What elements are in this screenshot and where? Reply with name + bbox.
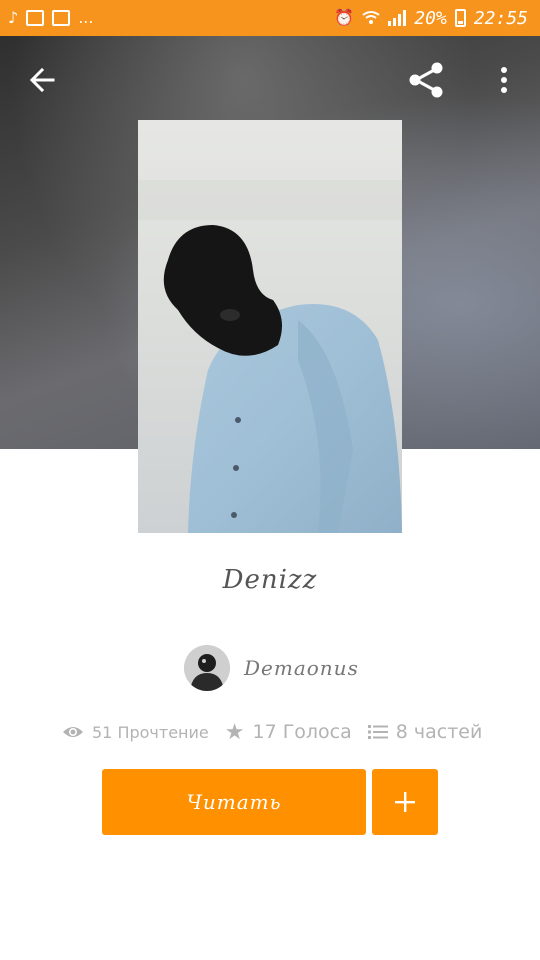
status-bar: ♪ ... ⏰ 20% 22:55: [0, 0, 540, 36]
author-link[interactable]: Demaonus: [184, 645, 359, 691]
wifi-icon: [362, 11, 380, 24]
story-stats: 51 Прочтение ★ 17 Голоса 8 частей: [62, 716, 482, 748]
parts-count: 8 частей: [395, 721, 483, 743]
notification-file-icon: [52, 10, 71, 26]
status-bar-system: ⏰ 20% 22:55: [334, 8, 528, 29]
battery-icon: [454, 9, 466, 27]
more-options-button[interactable]: [482, 58, 526, 102]
star-icon: ★: [224, 719, 245, 745]
reads-stat: 51 Прочтение: [62, 723, 209, 742]
avatar-image: [184, 645, 230, 691]
add-to-library-button[interactable]: [372, 769, 438, 835]
story-title: Denizz: [222, 565, 318, 595]
music-note-icon: ♪: [8, 8, 19, 27]
arrow-left-icon: [29, 67, 55, 93]
alarm-clock-icon: ⏰: [334, 8, 355, 27]
share-icon: [409, 62, 443, 98]
read-button[interactable]: Читать: [102, 769, 366, 835]
plus-icon: [395, 792, 415, 812]
eye-icon: [63, 727, 83, 737]
cellular-signal-icon: [388, 10, 407, 26]
avatar[interactable]: [184, 645, 230, 691]
more-notifications-indicator: ...: [78, 8, 94, 27]
reads-count: 51 Прочтение: [92, 722, 209, 742]
clock: 22:55: [473, 7, 528, 29]
share-button[interactable]: [404, 58, 448, 102]
back-button[interactable]: [20, 58, 64, 102]
parts-stat: 8 частей: [367, 721, 483, 743]
votes-count: 17 Голоса: [252, 721, 352, 743]
more-vertical-icon: [501, 67, 507, 93]
votes-stat: ★ 17 Голоса: [225, 720, 352, 745]
author-name: Demaonus: [244, 656, 359, 680]
cover-photo: [138, 120, 402, 533]
battery-percent: 20%: [414, 7, 447, 29]
story-cover[interactable]: [138, 120, 402, 533]
notification-app-icon: [26, 10, 45, 26]
status-bar-notifications: ♪ ...: [8, 10, 93, 26]
list-icon: [367, 725, 388, 739]
